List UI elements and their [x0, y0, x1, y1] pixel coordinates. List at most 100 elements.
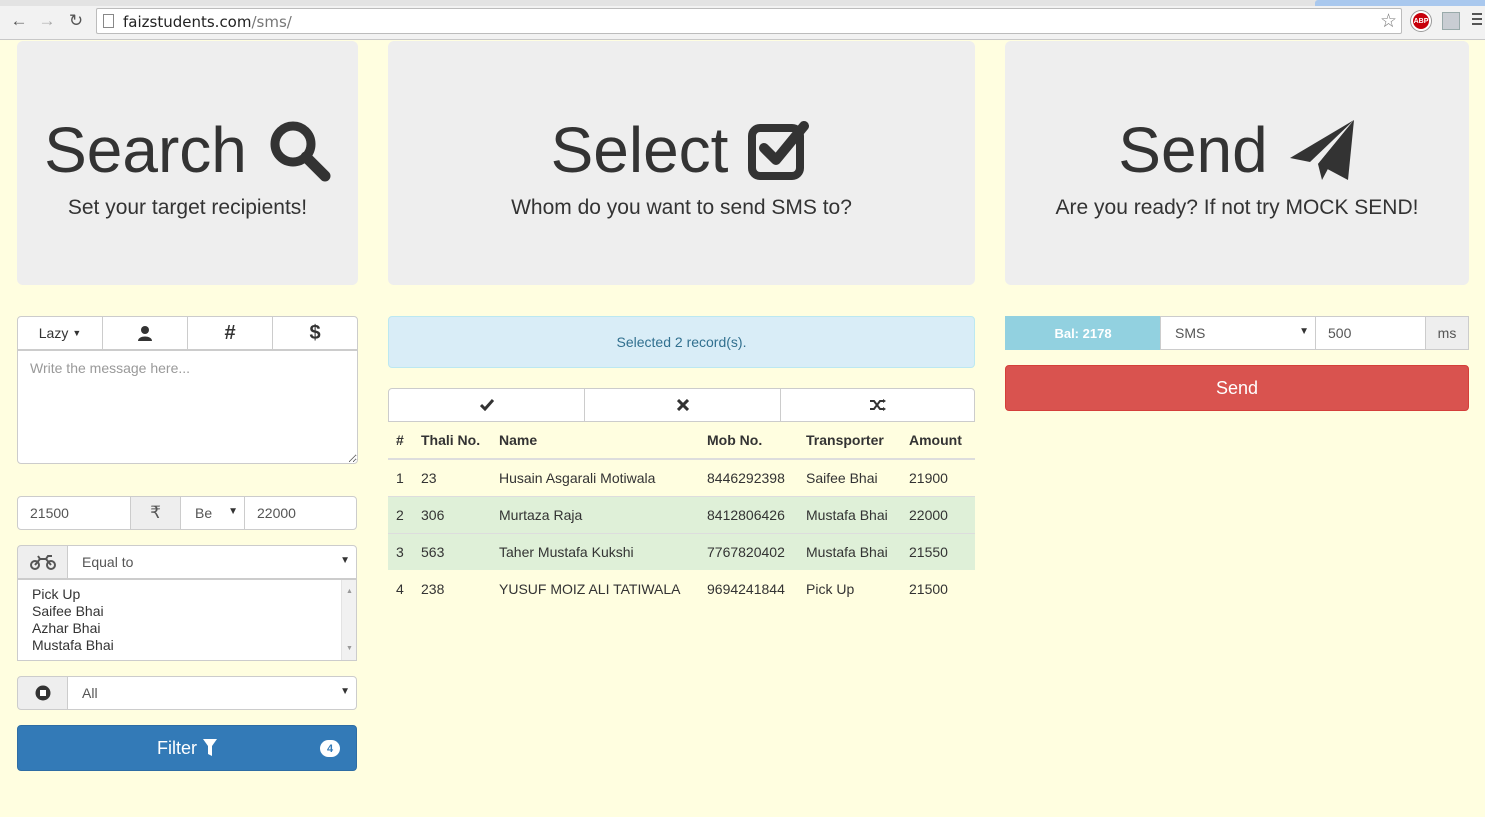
user-icon [137, 325, 153, 341]
listbox-scrollbar[interactable] [341, 580, 356, 660]
caret-down-icon: ▼ [72, 328, 82, 338]
range-operator-select[interactable]: Be ▼ [180, 496, 245, 530]
selection-alert: Selected 2 record(s). [388, 316, 975, 368]
col-header-name[interactable]: Name [491, 422, 699, 460]
col-header-index[interactable]: # [388, 422, 413, 460]
extension-icon[interactable] [1442, 12, 1460, 30]
channel-select[interactable]: SMS ▼ [1160, 316, 1316, 350]
cell-thali: 238 [421, 580, 445, 597]
table-row[interactable]: 1 23 Husain Asgarali Motiwala 8446292398… [388, 458, 975, 496]
message-textarea[interactable] [17, 350, 358, 464]
delay-unit-text: ms [1437, 325, 1457, 341]
active-tab[interactable] [1315, 0, 1485, 6]
send-heading: Send [1005, 113, 1469, 187]
cell-name: Husain Asgarali Motiwala [491, 458, 699, 496]
records-table: # Thali No. Name Mob No. Transporter Amo… [388, 422, 975, 607]
amount-max-input[interactable] [244, 496, 357, 530]
cell-thali: 563 [413, 532, 491, 570]
send-button-label: Send [1215, 377, 1259, 398]
listbox-option[interactable]: Pick Up [32, 586, 342, 603]
address-bar[interactable]: faizstudents.com/sms/ ☆ [96, 8, 1402, 34]
search-heading: Search [17, 113, 358, 187]
cell-name: YUSUF MOIZ ALI TATIWALA [499, 580, 681, 597]
url-path: /sms/ [251, 13, 292, 31]
delay-input[interactable] [1315, 316, 1426, 350]
cell-mobile: 8446292398 [699, 458, 798, 496]
cell-index: 3 [388, 532, 413, 570]
col-header-transporter[interactable]: Transporter [798, 422, 901, 460]
adblock-icon[interactable]: ABP [1411, 11, 1431, 31]
send-button[interactable]: Send [1005, 365, 1469, 411]
motorcycle-icon [17, 545, 68, 579]
select-all-button[interactable] [388, 388, 585, 422]
stop-circle-icon [17, 676, 68, 710]
forward-icon[interactable]: → [36, 10, 58, 32]
filter-button[interactable]: Filter 4 [17, 725, 357, 771]
cell-transporter: Saifee Bhai [798, 458, 901, 496]
amount-min-input[interactable] [17, 496, 131, 530]
listbox-option[interactable]: Azhar Bhai [32, 620, 342, 637]
insert-amount-button[interactable]: $ [272, 316, 358, 350]
magnifier-icon [267, 118, 331, 182]
balance-text: Bal: 2178 [1054, 325, 1112, 341]
balance-badge: Bal: 2178 [1005, 316, 1161, 350]
cell-transporter: Pick Up [806, 580, 855, 597]
reload-icon[interactable]: ↻ [65, 10, 87, 32]
table-header-row: # Thali No. Name Mob No. Transporter Amo… [388, 422, 975, 460]
cell-transporter: Mustafa Bhai [798, 495, 901, 533]
deselect-all-button[interactable] [584, 388, 781, 422]
funnel-icon [203, 739, 217, 757]
listbox-option[interactable]: Mustafa Bhai [32, 637, 342, 654]
cell-amount: 21900 [901, 458, 975, 496]
transporter-condition-value: Equal to [82, 554, 134, 570]
table-row[interactable]: 3 563 Taher Mustafa Kukshi 7767820402 Mu… [388, 532, 975, 570]
cell-index: 2 [388, 495, 413, 533]
selection-status-text: Selected 2 record(s). [616, 334, 747, 350]
search-panel: Search Set your target recipients! [17, 41, 358, 285]
transporter-condition-select[interactable]: Equal to ▼ [67, 545, 357, 579]
cell-mobile: 9694241844 [707, 580, 785, 597]
transporter-listbox[interactable]: Pick Up Saifee Bhai Azhar Bhai Mustafa B… [17, 579, 357, 661]
col-header-mobile[interactable]: Mob No. [699, 422, 798, 460]
cell-thali: 306 [413, 495, 491, 533]
cell-amount: 22000 [901, 495, 975, 533]
rupee-icon: ₹ [130, 496, 181, 530]
select-caret-icon: ▼ [1299, 326, 1309, 337]
cell-index: 4 [396, 580, 404, 597]
dollar-icon: $ [309, 321, 321, 344]
channel-value: SMS [1175, 325, 1206, 341]
cell-amount: 21500 [909, 580, 948, 597]
rupee-symbol: ₹ [150, 503, 161, 522]
cell-mobile: 7767820402 [699, 532, 798, 570]
send-title: Send [1118, 114, 1268, 186]
search-title: Search [44, 114, 247, 186]
select-panel: Select Whom do you want to send SMS to? [388, 41, 975, 285]
table-row[interactable]: 4 238 YUSUF MOIZ ALI TATIWALA 9694241844… [388, 570, 975, 607]
browser-toolbar: ← → ↻ faizstudents.com/sms/ ☆ ABP [0, 0, 1485, 40]
page-icon [103, 14, 114, 28]
cell-name: Murtaza Raja [491, 495, 699, 533]
url-host: faizstudents.com [123, 13, 252, 31]
insert-number-button[interactable]: # [187, 316, 273, 350]
cell-amount: 21550 [901, 532, 975, 570]
browser-menu-icon[interactable] [1472, 13, 1485, 28]
status-value: All [82, 685, 98, 701]
send-panel: Send Are you ready? If not try MOCK SEND… [1005, 41, 1469, 285]
template-dropdown-label: Lazy [38, 325, 69, 341]
url-text: faizstudents.com/sms/ [123, 13, 292, 31]
template-dropdown[interactable]: Lazy ▼ [17, 316, 103, 350]
checkbox-checked-icon [748, 118, 812, 182]
search-subtitle: Set your target recipients! [67, 196, 308, 219]
back-icon[interactable]: ← [8, 10, 30, 32]
listbox-option[interactable]: Saifee Bhai [32, 603, 342, 620]
table-row[interactable]: 2 306 Murtaza Raja 8412806426 Mustafa Bh… [388, 495, 975, 533]
insert-name-button[interactable] [102, 316, 188, 350]
status-select[interactable]: All ▼ [67, 676, 357, 710]
bookmark-star-icon[interactable]: ☆ [1380, 10, 1397, 33]
cell-thali: 23 [413, 458, 491, 496]
shuffle-button[interactable] [780, 388, 975, 422]
close-icon [676, 399, 689, 411]
select-caret-icon: ▼ [228, 506, 238, 517]
col-header-thali[interactable]: Thali No. [413, 422, 491, 460]
col-header-amount[interactable]: Amount [901, 422, 975, 460]
